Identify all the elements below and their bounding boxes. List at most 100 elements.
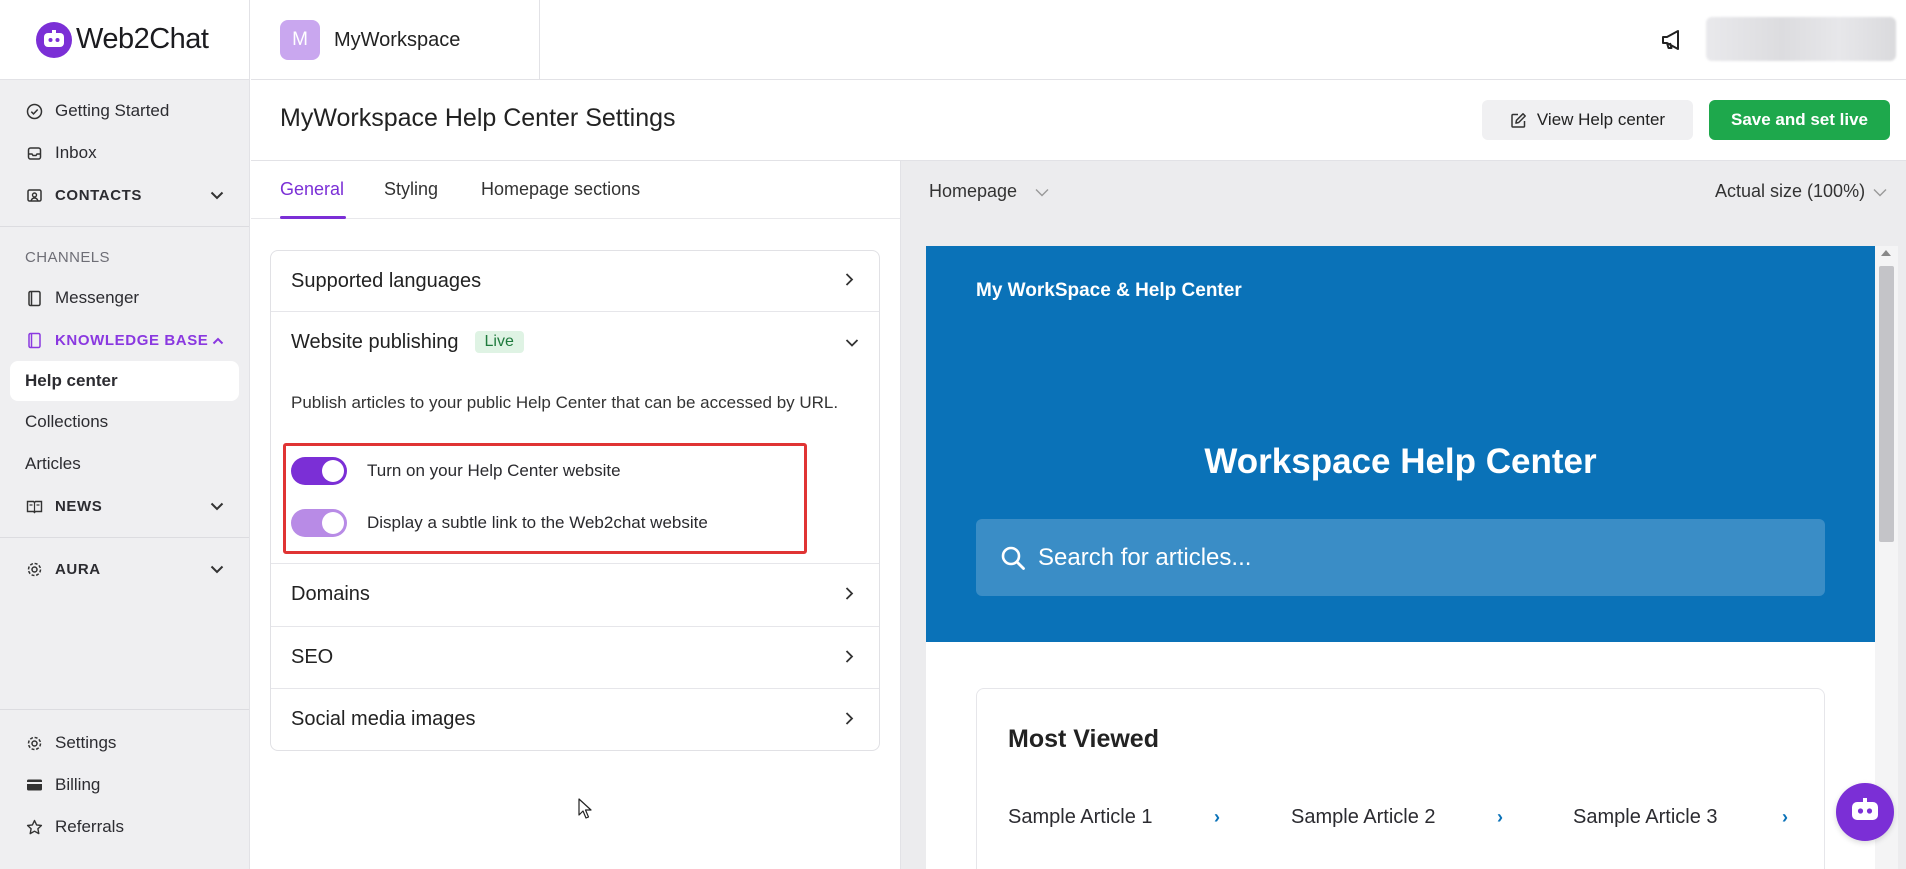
edit-icon [1510,112,1527,129]
messenger-icon [25,289,43,307]
publishing-description: Publish articles to your public Help Cen… [291,393,839,412]
preview-size-value: Actual size (100%) [1715,181,1866,201]
section-title: Website publishing [291,330,459,353]
section-title: Domains [291,583,370,605]
web2chat-link-toggle[interactable] [291,509,347,537]
article-link[interactable]: Sample Article 2 › [1291,806,1503,829]
top-bar: M MyWorkspace [251,0,1906,80]
article-link[interactable]: Sample Article 3 › [1573,806,1788,829]
chevron-up-icon [212,332,224,349]
chevron-right-icon: › [1214,807,1220,827]
preview-page-select[interactable]: Homepage [929,181,1049,202]
preview-search-input[interactable]: Search for articles... [976,519,1825,596]
section-title: Supported languages [291,269,482,292]
sidebar-item-label: Getting Started [55,101,170,120]
domains-row[interactable]: Domains [271,564,879,625]
article-title: Sample Article 1 [1008,806,1153,828]
gear-icon [25,560,43,578]
preview-page-value: Homepage [929,181,1018,201]
megaphone-icon[interactable] [1659,27,1685,53]
mouse-cursor-icon [578,798,592,824]
sidebar-bottom-nav: Settings Billing Referrals [0,709,249,848]
tab-general[interactable]: General [280,179,344,200]
divider [0,537,249,538]
sidebar-item-contacts[interactable]: CONTACTS [0,174,249,216]
preview-size-select[interactable]: Actual size (100%) [1715,181,1887,202]
tab-styling[interactable]: Styling [384,179,438,200]
chevron-down-icon [210,498,224,515]
most-viewed-card: Most Viewed Sample Article 1 › Sample Ar… [976,688,1825,869]
preview-brand: My WorkSpace & Help Center [976,280,1242,301]
scroll-up-arrow-icon[interactable] [1881,250,1891,256]
preview-hero-title: Workspace Help Center [1204,442,1597,481]
supported-languages-row[interactable]: Supported languages [271,251,879,311]
channels-heading: CHANNELS [25,248,110,266]
tab-homepage-sections[interactable]: Homepage sections [481,179,640,200]
brand-name: Web2Chat [76,23,209,55]
sidebar-item-label: KNOWLEDGE BASE [55,331,209,349]
web2chat-link-setting: Display a subtle link to the Web2chat we… [291,509,708,537]
scroll-thumb[interactable] [1879,266,1894,542]
toggle-label: Turn on your Help Center website [367,461,621,480]
chevron-down-icon [210,561,224,578]
section-title: Social media images [291,708,476,730]
sidebar-item-referrals[interactable]: Referrals [0,806,249,848]
seo-row[interactable]: SEO [271,627,879,688]
sidebar-item-knowledge-base[interactable]: KNOWLEDGE BASE [0,319,249,361]
sidebar-item-label: Messenger [55,288,140,307]
sidebar-item-label: NEWS [55,497,103,515]
website-publishing-row[interactable]: Website publishing Live [271,312,879,372]
gear-icon [25,734,43,752]
contacts-icon [25,186,43,204]
workspace-name: MyWorkspace [334,28,461,51]
chevron-right-icon [845,646,854,669]
workspace-switcher[interactable]: M MyWorkspace [251,0,540,80]
sidebar-item-settings[interactable]: Settings [0,722,249,764]
view-help-center-button[interactable]: View Help center [1482,100,1693,140]
sidebar-item-help-center[interactable]: Help center [10,361,239,401]
most-viewed-title: Most Viewed [1008,725,1159,753]
sidebar-item-label: Referrals [55,817,124,836]
sidebar-item-aura[interactable]: AURA [0,548,249,590]
sidebar-item-getting-started[interactable]: Getting Started [0,90,249,132]
book-icon [25,331,43,349]
credit-card-icon [25,776,43,794]
sidebar-item-label: Billing [55,775,101,794]
sidebar-item-collections[interactable]: Collections [0,401,249,443]
preview-frame: My WorkSpace & Help Center Workspace Hel… [926,246,1898,869]
article-title: Sample Article 2 [1291,806,1436,828]
sidebar-item-label: Inbox [55,143,97,162]
chevron-down-icon [1035,181,1049,202]
preview-scrollbar[interactable] [1875,246,1898,869]
chevron-right-icon: › [1782,807,1788,827]
sidebar-item-inbox[interactable]: Inbox [0,132,249,174]
chevron-right-icon [845,708,854,731]
page-title: MyWorkspace Help Center Settings [280,104,676,132]
help-center-website-toggle[interactable] [291,457,347,485]
article-link[interactable]: Sample Article 1 › [1008,806,1220,829]
help-center-website-setting: Turn on your Help Center website [291,457,621,485]
toggle-knob [322,460,344,482]
settings-card: Supported languages Website publishing L… [270,250,880,751]
active-tab-indicator [280,216,346,219]
sidebar-item-label: Settings [55,733,117,752]
sidebar-item-news[interactable]: NEWS [0,485,249,527]
search-icon [1000,545,1026,571]
chevron-right-icon: › [1497,807,1503,827]
preview-hero: My WorkSpace & Help Center Workspace Hel… [926,246,1875,642]
logo[interactable]: Web2Chat [0,0,249,80]
chevron-right-icon [845,270,854,293]
social-media-images-row[interactable]: Social media images [271,689,879,750]
chat-launcher-button[interactable] [1836,783,1894,841]
inbox-icon [25,144,43,162]
newspaper-icon [25,497,43,515]
section-title: SEO [291,646,334,668]
article-title: Sample Article 3 [1573,806,1718,828]
settings-tabs: General Styling Homepage sections [251,161,900,219]
save-and-set-live-button[interactable]: Save and set live [1709,100,1890,140]
sidebar-item-billing[interactable]: Billing [0,764,249,806]
sidebar-item-articles[interactable]: Articles [0,443,249,485]
sidebar: Web2Chat Getting Started Inbox CONTACTS … [0,0,250,869]
user-menu[interactable] [1706,17,1896,61]
sidebar-item-messenger[interactable]: Messenger [0,277,249,319]
